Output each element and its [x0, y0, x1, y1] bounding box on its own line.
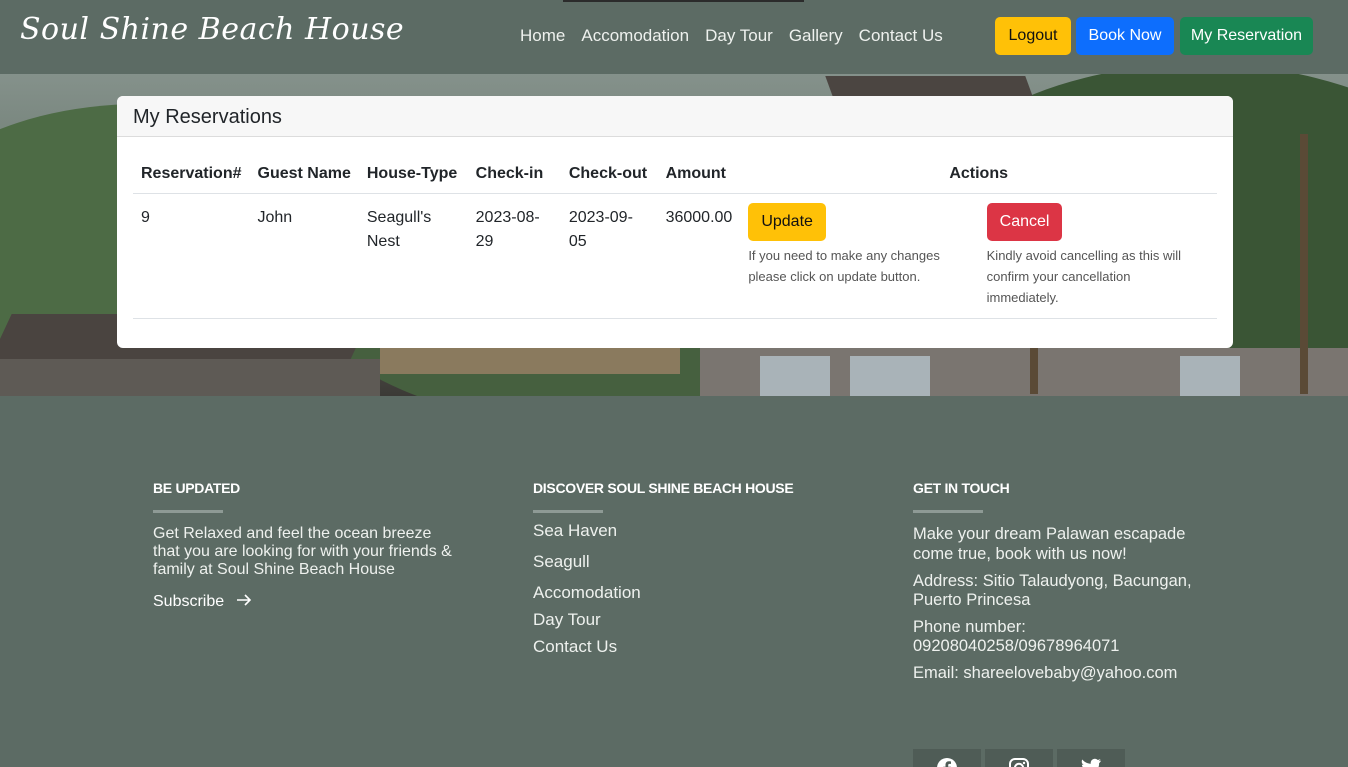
cancel-button[interactable]: Cancel — [986, 203, 1063, 241]
update-button[interactable]: Update — [748, 203, 826, 241]
hero-window — [760, 356, 830, 396]
footer-heading-underline — [533, 510, 603, 513]
cell-update-action: Update If you need to make any changes p… — [740, 193, 979, 319]
footer-heading: GET IN TOUCH — [913, 480, 1010, 496]
cell-guest-name: John — [249, 193, 359, 319]
col-guest-name: Guest Name — [249, 156, 359, 194]
footer-link-contact-us[interactable]: Contact Us — [533, 637, 853, 657]
footer-email: Email: shareelovebaby@yahoo.com — [913, 664, 1178, 682]
cancel-note: Kindly avoid cancelling as this will con… — [986, 248, 1182, 305]
hero-roof — [380, 344, 680, 374]
footer-col-be-updated: BE UPDATED Get Relaxed and feel the ocea… — [153, 480, 453, 611]
table-header-row: Reservation# Guest Name House-Type Check… — [133, 156, 1217, 194]
nav-accent-bar — [563, 0, 804, 2]
footer-link-accomodation[interactable]: Accomodation — [533, 583, 853, 603]
hero-palm — [1300, 134, 1308, 394]
cell-check-out: 2023-09-05 — [560, 193, 658, 319]
nav-link-accomodation[interactable]: Accomodation — [573, 24, 697, 48]
cell-check-in: 2023-08-29 — [467, 193, 561, 319]
col-amount: Amount — [657, 156, 741, 194]
col-reservation-number: Reservation# — [133, 156, 250, 194]
footer-link-day-tour[interactable]: Day Tour — [533, 610, 853, 630]
col-actions: Actions — [740, 156, 1217, 194]
cell-amount: 36000.00 — [657, 193, 741, 319]
footer-heading-underline — [913, 510, 983, 513]
card-title: My Reservations — [117, 96, 1233, 137]
social-links — [913, 749, 1125, 767]
facebook-icon[interactable] — [913, 749, 981, 767]
footer-link-seagull[interactable]: Seagull — [533, 552, 853, 572]
footer-col-get-in-touch: GET IN TOUCH Make your dream Palawan esc… — [913, 480, 1203, 683]
nav-link-contact-us[interactable]: Contact Us — [851, 24, 951, 48]
update-note: If you need to make any changes please c… — [748, 248, 940, 284]
cell-cancel-action: Cancel Kindly avoid cancelling as this w… — [978, 193, 1217, 319]
instagram-icon[interactable] — [985, 749, 1053, 767]
cell-reservation-id: 9 — [133, 193, 250, 319]
footer-heading: DISCOVER SOUL SHINE BEACH HOUSE — [533, 480, 794, 496]
footer-heading: BE UPDATED — [153, 480, 240, 496]
subscribe-label: Subscribe — [153, 593, 225, 610]
table-row: 9 John Seagull's Nest 2023-08-29 2023-09… — [133, 193, 1217, 319]
nav-link-gallery[interactable]: Gallery — [781, 24, 851, 48]
arrow-right-icon — [236, 593, 252, 611]
footer: BE UPDATED Get Relaxed and feel the ocea… — [0, 396, 1348, 767]
nav-link-home[interactable]: Home — [512, 24, 573, 48]
col-check-in: Check-in — [467, 156, 561, 194]
subscribe-link[interactable]: Subscribe — [153, 593, 453, 611]
col-house-type: House-Type — [358, 156, 468, 194]
footer-col-discover: DISCOVER SOUL SHINE BEACH HOUSE Sea Have… — [533, 480, 853, 657]
reservations-table: Reservation# Guest Name House-Type Check… — [133, 156, 1217, 319]
footer-address: Address: Sitio Talaudyong, Bacungan, Pue… — [913, 572, 1192, 609]
footer-heading-underline — [153, 510, 223, 513]
reservations-card: My Reservations Reservation# Guest Name … — [117, 96, 1233, 348]
logout-button[interactable]: Logout — [995, 17, 1071, 55]
col-check-out: Check-out — [560, 156, 658, 194]
hero-window — [1180, 356, 1240, 396]
twitter-icon[interactable] — [1057, 749, 1125, 767]
book-now-button[interactable]: Book Now — [1076, 17, 1174, 55]
cell-house-type: Seagull's Nest — [358, 193, 468, 319]
hero-house-wall — [0, 359, 380, 396]
nav-links: Home Accomodation Day Tour Gallery Conta… — [512, 24, 951, 48]
footer-link-sea-haven[interactable]: Sea Haven — [533, 521, 853, 541]
navbar: Soul Shine Beach House Home Accomodation… — [0, 0, 1348, 74]
footer-contact-intro: Make your dream Palawan escapade come tr… — [913, 525, 1186, 563]
nav-link-day-tour[interactable]: Day Tour — [697, 24, 781, 48]
footer-about-text: Get Relaxed and feel the ocean breeze th… — [153, 525, 452, 578]
brand-logo[interactable]: Soul Shine Beach House — [20, 12, 404, 47]
hero-window — [850, 356, 930, 396]
my-reservation-button[interactable]: My Reservation — [1180, 17, 1313, 55]
footer-phone: Phone number: 09208040258/09678964071 — [913, 618, 1120, 655]
